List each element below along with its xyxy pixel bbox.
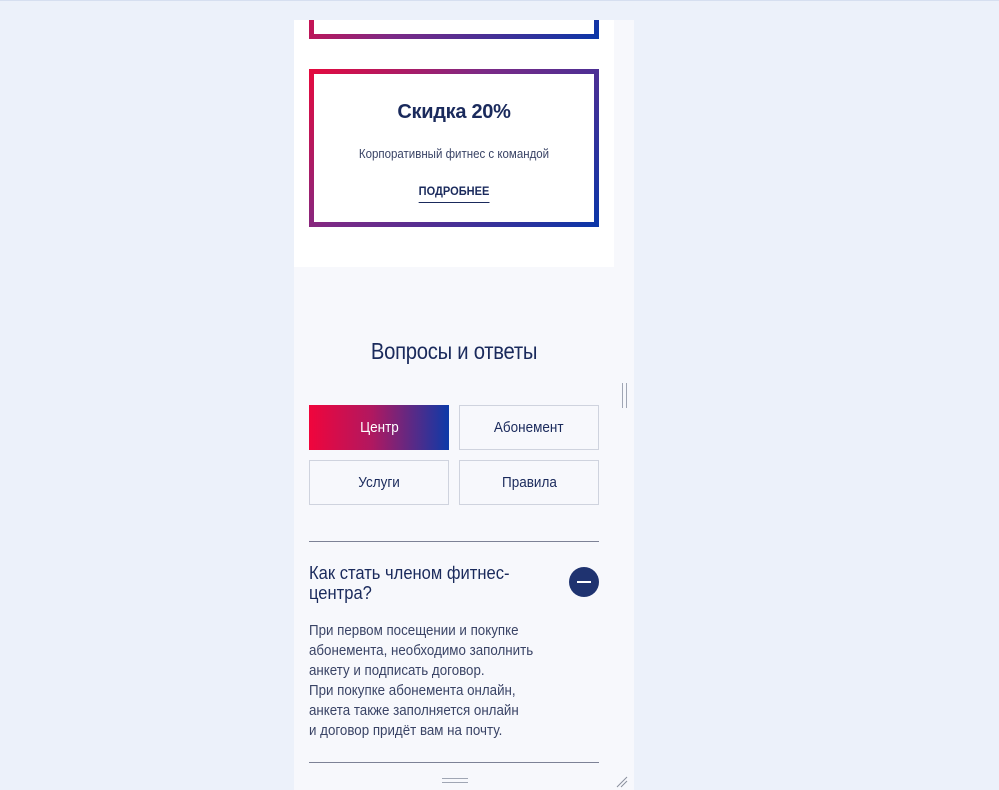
tab-label: Правила [501, 474, 557, 491]
mobile-viewport: Скидка 20% Корпоративный фитнес с команд… [294, 20, 634, 790]
tab-rules[interactable]: Правила [459, 460, 599, 505]
answer-line: и договор придёт вам на почту. [309, 723, 503, 739]
answer-line: При покупке абонемента онлайн, [309, 683, 516, 699]
resize-grip-icon[interactable] [616, 776, 628, 788]
faq-question[interactable]: Как стать членом фитнес-центра? [309, 563, 530, 603]
minus-circle-icon[interactable] [569, 567, 599, 597]
faq-divider [309, 762, 599, 763]
tab-label: Услуги [358, 474, 400, 491]
faq-answer: При первом посещении и покупке абонемент… [309, 621, 567, 741]
answer-line: анкету и подписать договор. [309, 663, 485, 679]
promo-more-link[interactable]: ПОДРОБНЕЕ [418, 184, 490, 203]
faq-title: Вопросы и ответы [370, 338, 538, 364]
tab-label: Центр [359, 419, 399, 436]
drag-handle-icon[interactable] [442, 778, 468, 783]
answer-line: При первом посещении и покупке [309, 623, 519, 639]
answer-line: анкета также заполняется онлайн [309, 703, 519, 719]
tab-label: Абонемент [494, 419, 564, 436]
faq-divider [309, 541, 599, 542]
previous-promo-card [309, 20, 599, 39]
tab-membership[interactable]: Абонемент [459, 405, 599, 450]
promo-card: Скидка 20% Корпоративный фитнес с команд… [309, 69, 599, 227]
tab-services[interactable]: Услуги [309, 460, 449, 505]
window-top-border [0, 0, 999, 1]
tab-center[interactable]: Центр [309, 405, 449, 450]
scroll-handle-icon[interactable] [622, 383, 627, 408]
answer-line: абонемента, необходимо заполнить [309, 643, 534, 659]
promo-title: Скидка 20% [397, 101, 511, 123]
promo-description: Корпоративный фитнес с командой [358, 147, 550, 161]
